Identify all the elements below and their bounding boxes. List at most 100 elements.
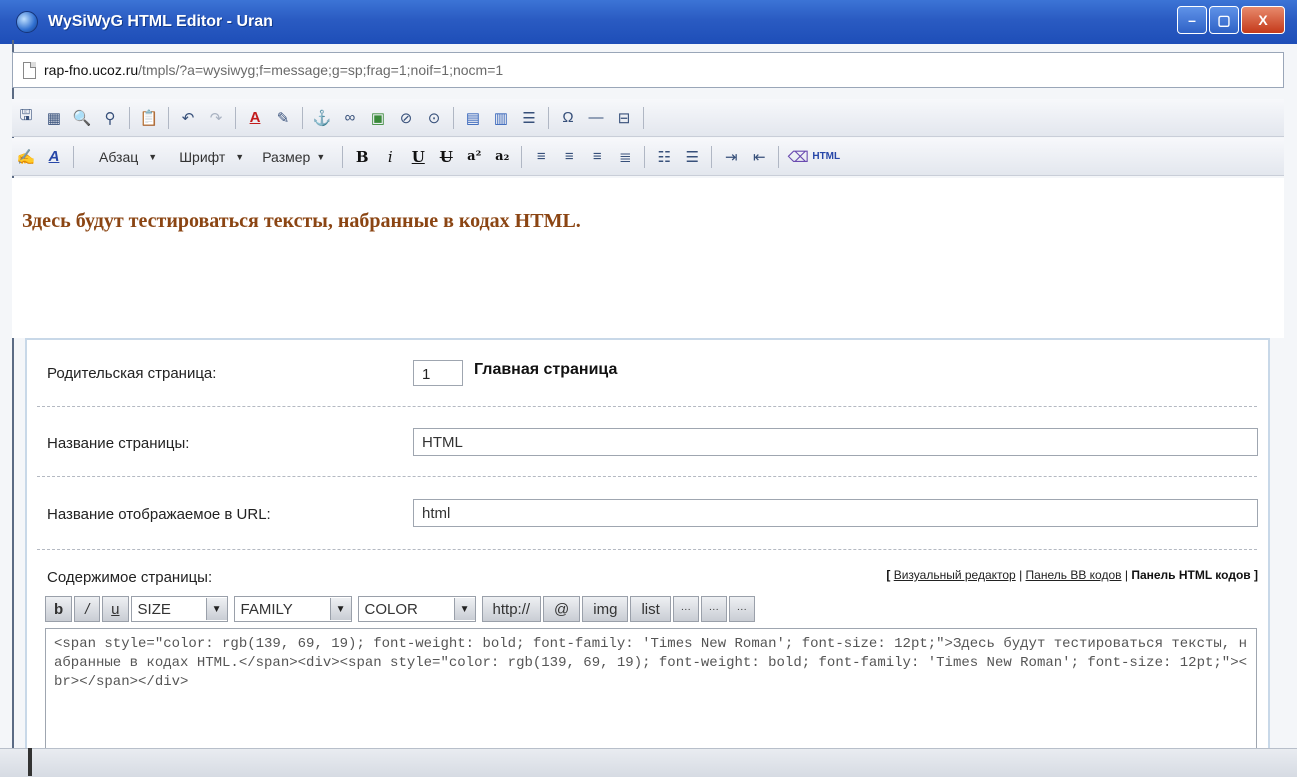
anchor-icon[interactable]: ⚓ <box>311 107 333 129</box>
unordered-list-icon[interactable]: ☰ <box>681 146 703 168</box>
page-icon <box>23 61 36 79</box>
save-icon[interactable]: 🖫 <box>15 107 37 129</box>
address-bar[interactable]: rap-fno.ucoz.ru/tmpls/?a=wysiwyg;f=messa… <box>12 52 1284 88</box>
superscript-button[interactable]: a² <box>463 146 485 168</box>
bb-more-button[interactable]: ··· <box>728 596 755 622</box>
editor-toolbar-1: 🖫 ▦ 🔍 ⚲ 📋 ↶ ↷ A ✎ ⚓ ∞ ▣ ⊘ ⊙ ▤ ▥ ☰ Ω — ⊟ <box>12 99 1284 137</box>
preview-icon[interactable]: 🔍 <box>71 107 93 129</box>
bb-color-select[interactable]: COLOR ▼ <box>357 596 476 622</box>
bb-more-button[interactable]: ··· <box>700 596 727 622</box>
status-bar-edge <box>28 748 32 776</box>
toolbar-separator <box>778 145 780 168</box>
page-break-icon[interactable]: ⊟ <box>613 107 635 129</box>
html-mode-icon[interactable]: HTML <box>812 146 840 168</box>
page-settings-panel: Родительская страница: 1 Главная страниц… <box>25 338 1270 776</box>
divider <box>37 406 1257 407</box>
bb-list-button[interactable]: list <box>630 596 671 622</box>
special-char-icon[interactable]: Ω <box>557 107 579 129</box>
bb-size-select[interactable]: SIZE ▼ <box>130 596 228 622</box>
background-color-icon[interactable]: ✎ <box>272 107 294 129</box>
editor-content: Здесь будут тестироваться тексты, набран… <box>22 210 581 232</box>
eraser-icon[interactable]: ⌫ <box>787 146 809 168</box>
chevron-down-icon: ▼ <box>205 598 227 620</box>
status-bar <box>0 748 1297 777</box>
chevron-down-icon: ▼ <box>235 151 245 162</box>
paragraph-dropdown-label: Абзац <box>99 148 139 165</box>
paragraph-dropdown[interactable]: Абзац ▼ <box>93 145 163 169</box>
align-left-icon[interactable]: ≡ <box>530 146 552 168</box>
maximize-button[interactable]: ▢ <box>1209 6 1239 34</box>
edit-source-icon[interactable]: ✍ <box>15 146 37 168</box>
table-icon[interactable]: ▤ <box>462 107 484 129</box>
minimize-button[interactable]: – <box>1177 6 1207 34</box>
bb-image-button[interactable]: img <box>582 596 629 622</box>
format-icon[interactable]: A <box>43 146 65 168</box>
paste-icon[interactable]: 📋 <box>138 107 160 129</box>
table-edit-icon[interactable]: ▥ <box>490 107 512 129</box>
save-as-icon[interactable]: ▦ <box>43 107 65 129</box>
parent-page-name: Главная страница <box>474 361 618 378</box>
bold-button[interactable]: B <box>351 146 373 168</box>
font-dropdown[interactable]: Шрифт ▼ <box>173 145 250 169</box>
page-name-label: Название страницы: <box>47 435 190 452</box>
ordered-list-icon[interactable]: ☷ <box>653 146 675 168</box>
bb-email-button[interactable]: @ <box>543 596 581 622</box>
size-dropdown[interactable]: Размер ▼ <box>256 145 331 169</box>
chevron-down-icon: ▼ <box>329 598 351 620</box>
bb-bold-button[interactable]: b <box>45 596 73 622</box>
align-right-icon[interactable]: ≡ <box>586 146 608 168</box>
url-host: rap-fno.ucoz.ru <box>44 62 139 78</box>
unlink-icon[interactable]: ⊘ <box>395 107 417 129</box>
bb-underline-button[interactable]: u <box>102 596 129 622</box>
strikethrough-button[interactable]: U <box>435 146 457 168</box>
toolbar-separator <box>644 145 646 168</box>
subscript-button[interactable]: a₂ <box>491 146 513 168</box>
underline-button[interactable]: U <box>407 146 429 168</box>
page-content-label: Содержимое страницы: <box>47 569 213 586</box>
editor-toolbar-2: ✍ A Абзац ▼ Шрифт ▼ Размер ▼ B i U U a² a₂ … <box>12 138 1284 176</box>
find-icon[interactable]: ⚲ <box>99 107 121 129</box>
bb-family-select[interactable]: FAMILY ▼ <box>233 596 352 622</box>
bb-italic-button[interactable]: / <box>74 596 101 622</box>
align-justify-icon[interactable]: ≣ <box>614 146 636 168</box>
align-center-icon[interactable]: ≡ <box>558 146 580 168</box>
bb-codes-link[interactable]: Панель BB кодов <box>1026 568 1122 582</box>
wysiwyg-editor[interactable]: Здесь будут тестироваться тексты, набран… <box>12 178 1284 338</box>
chevron-down-icon: ▼ <box>148 151 158 162</box>
size-dropdown-label: Размер <box>262 148 311 165</box>
outdent-icon[interactable]: ⇤ <box>748 146 770 168</box>
toolbar-separator <box>521 145 523 168</box>
media-icon[interactable]: ⊙ <box>423 107 445 129</box>
page-name-field[interactable]: HTML <box>413 428 1258 456</box>
bb-link-button[interactable]: http:// <box>481 596 542 622</box>
parent-page-id-input[interactable]: 1 <box>413 360 463 386</box>
divider <box>37 476 1257 477</box>
close-button[interactable]: X <box>1241 6 1285 34</box>
italic-button[interactable]: i <box>379 146 401 168</box>
bbcode-toolbar: b / u SIZE ▼ FAMILY ▼ COLOR ▼ http:// @ img… <box>45 596 755 622</box>
html-codes-link[interactable]: Панель HTML кодов <box>1131 568 1250 582</box>
link-icon[interactable]: ∞ <box>339 107 361 129</box>
text-color-icon[interactable]: A <box>244 107 266 129</box>
horizontal-rule-icon[interactable]: — <box>585 107 607 129</box>
font-dropdown-label: Шрифт <box>179 148 226 165</box>
chevron-down-icon: ▼ <box>316 151 326 162</box>
url-name-field[interactable]: html <box>413 499 1258 527</box>
bb-size-label: SIZE <box>137 600 171 618</box>
toolbar-separator <box>548 106 549 129</box>
toolbar-separator <box>711 145 713 168</box>
undo-icon[interactable]: ↶ <box>177 107 199 129</box>
indent-icon[interactable]: ⇥ <box>720 146 742 168</box>
bb-more-button[interactable]: ··· <box>672 596 699 622</box>
form-icon[interactable]: ☰ <box>518 107 540 129</box>
editor-mode-links: [ Визуальный редактор | Панель BB кодов … <box>886 568 1258 582</box>
url-path: /tmpls/?a=wysiwyg;f=message;g=sp;frag=1;… <box>138 62 504 78</box>
divider <box>37 549 1257 550</box>
visual-editor-link[interactable]: Визуальный редактор <box>894 568 1016 582</box>
image-icon[interactable]: ▣ <box>367 107 389 129</box>
app-icon <box>16 11 38 33</box>
toolbar-separator <box>168 106 169 129</box>
window-controls: – ▢ X <box>1177 6 1285 34</box>
redo-icon[interactable]: ↷ <box>205 107 227 129</box>
toolbar-separator <box>643 106 644 129</box>
